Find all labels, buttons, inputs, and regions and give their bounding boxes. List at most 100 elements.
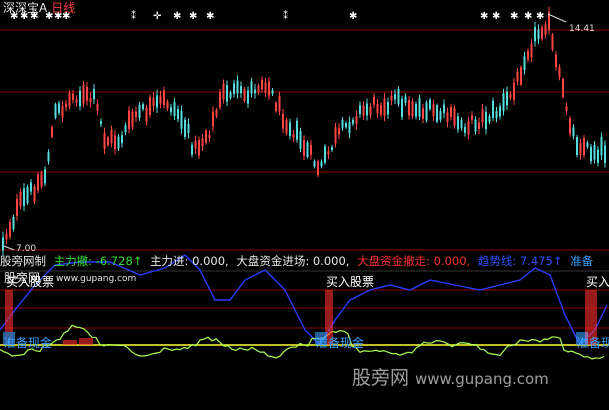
candle-body <box>530 43 533 58</box>
candle-body <box>19 191 22 207</box>
candle-body <box>499 106 501 117</box>
candle-body <box>131 111 134 128</box>
candle-body <box>243 88 246 101</box>
candle-body <box>485 111 487 130</box>
candle-body <box>453 108 456 126</box>
candle-body <box>478 122 480 130</box>
chart-stage: ✱ ✱ ✱ ✱ ✱ ✱ ⁑ ✛ ✱ ✱ ✱ ⁑ ✱ ✱ ✱ ✱ ✱ ✱ 深深宝A 日线 14.41 7.00 股旁网… <box>0 0 609 406</box>
candle-body <box>450 106 452 118</box>
candle-body <box>254 89 256 94</box>
candle-body <box>82 84 85 104</box>
candle-body <box>114 135 116 150</box>
candle-body <box>334 127 337 144</box>
indicator-name: 股旁网制 <box>0 254 46 268</box>
candle-body <box>5 233 8 240</box>
buy-signal-label: 买入股票 <box>586 275 609 289</box>
candle-body <box>51 126 53 137</box>
candle-body <box>467 121 470 135</box>
candle-body <box>401 98 403 118</box>
candle-body <box>170 107 172 113</box>
candle-body <box>61 105 64 118</box>
candle-body <box>79 90 81 107</box>
candle-body <box>502 93 505 112</box>
candle-body <box>58 103 60 113</box>
signal-star-icon: ✱ <box>492 11 500 22</box>
candle-body <box>544 24 547 36</box>
candle-body <box>107 137 109 146</box>
candle-body <box>173 101 176 117</box>
candle-body <box>362 105 365 116</box>
candle-body <box>394 94 396 100</box>
buy-signal-label: 买入股票 <box>6 275 55 289</box>
candle-body <box>303 140 305 156</box>
max-marker-line <box>547 13 567 23</box>
candle-body <box>135 111 137 117</box>
candle-body <box>166 101 169 109</box>
candle-body <box>324 146 326 163</box>
candle-body <box>296 120 298 140</box>
candle-body <box>142 104 144 110</box>
candle-body <box>310 145 312 155</box>
candle-body <box>282 113 284 129</box>
indicator-market-in: 大盘资金进场: 0.000, <box>236 254 350 268</box>
candle-body <box>257 85 260 93</box>
candle-body <box>397 88 400 105</box>
candle-body <box>338 127 340 135</box>
candle-body <box>12 216 15 230</box>
indicator-prepare: 准备 <box>570 254 594 268</box>
candle-body <box>250 81 253 94</box>
signal-star-icon: ✱ <box>206 11 214 22</box>
candle-body <box>138 104 141 118</box>
candle-body <box>562 79 564 97</box>
candle-body <box>219 91 221 108</box>
candle-body <box>268 81 270 96</box>
candle-body <box>16 198 18 216</box>
candle-body <box>100 121 102 125</box>
candle-body <box>551 34 554 50</box>
candle-body <box>604 145 606 163</box>
candle-body <box>520 66 522 85</box>
candle-body <box>313 161 316 167</box>
candle-body <box>583 137 585 156</box>
candle-body <box>408 100 410 116</box>
indicator-main-in: 主力进: 0.000, <box>150 254 229 268</box>
candle-body <box>369 106 372 116</box>
candle-body <box>541 27 543 39</box>
candle-body <box>380 105 382 115</box>
candle-body <box>30 182 32 192</box>
candle-body <box>457 116 459 130</box>
candle-body <box>44 169 46 184</box>
candle-body <box>117 136 120 149</box>
candle-body <box>194 140 197 149</box>
candle-body <box>366 103 368 116</box>
period-label: 日线 <box>51 1 76 15</box>
candle-body <box>429 99 431 109</box>
candle-body <box>205 130 207 143</box>
signal-star-icon: ⁑ <box>131 9 136 22</box>
candle-body <box>383 98 386 116</box>
candle-body <box>240 86 242 94</box>
chart-canvas[interactable]: ✱ ✱ ✱ ✱ ✱ ✱ ⁑ ✛ ✱ ✱ ✱ ⁑ ✱ ✱ ✱ ✱ ✱ ✱ <box>0 0 609 406</box>
candle-body <box>86 86 88 101</box>
candle-body <box>75 99 78 103</box>
watermark: 股旁网 www.gupang.com <box>352 369 549 388</box>
candle-body <box>516 71 519 82</box>
site-url: www.gupang.com <box>56 274 137 284</box>
candle-body <box>534 27 536 42</box>
candle-body <box>89 97 92 103</box>
candle-body <box>289 122 291 136</box>
candle-body <box>600 136 603 156</box>
candle-body <box>191 144 193 155</box>
signal-star-icon: ✱ <box>173 11 181 22</box>
signal-star-icon: ✱ <box>536 11 544 22</box>
candle-body <box>513 82 515 100</box>
candle-body <box>327 150 330 155</box>
candle-body <box>352 119 354 124</box>
candle-body <box>9 221 11 237</box>
candle-body <box>495 110 498 119</box>
stock-name: 深深宝A <box>3 1 48 15</box>
candle-body <box>569 118 571 134</box>
candle-body <box>47 152 50 162</box>
candle-body <box>177 109 179 120</box>
stock-title: 深深宝A 日线 <box>3 2 75 14</box>
